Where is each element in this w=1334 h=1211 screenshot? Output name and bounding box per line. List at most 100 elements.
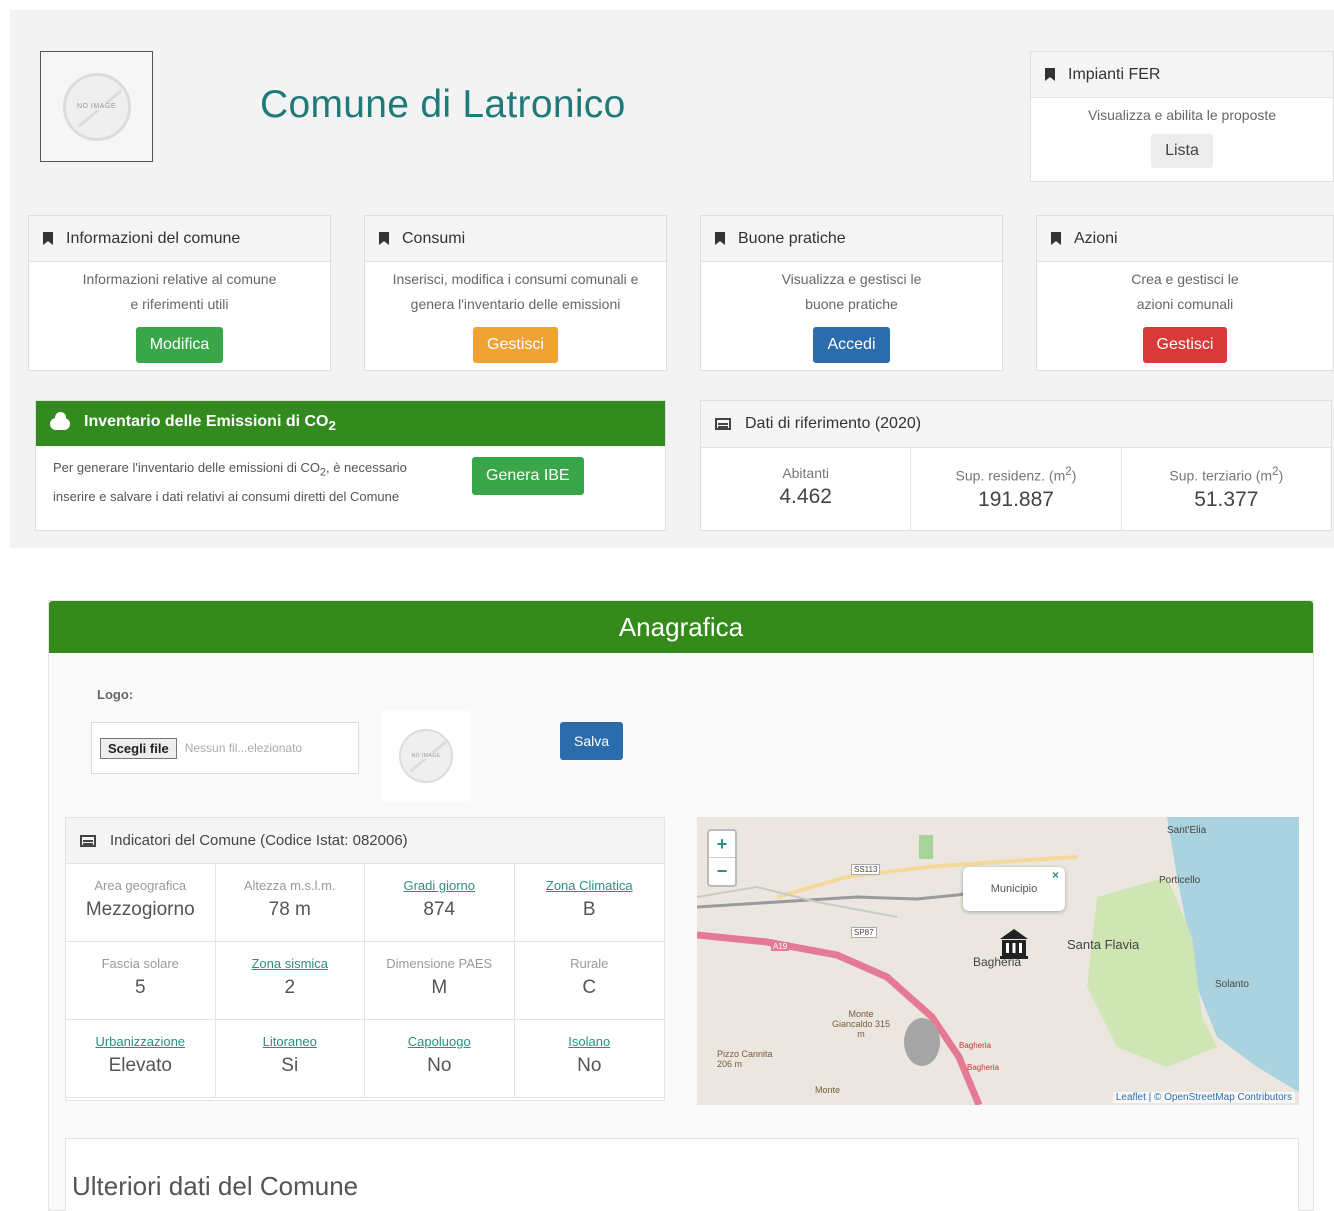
zoom-in-button[interactable]: + [709,831,735,858]
file-status-text: Nessun fil...elezionato [184,741,303,755]
card-title: Inventario delle Emissioni di CO2 [84,413,336,434]
card-body: Informazioni relative al comune e riferi… [29,262,330,363]
card-body: Visualizza e abilita le proposte Lista [1031,98,1333,168]
gestisci-azioni-button[interactable]: Gestisci [1142,327,1228,363]
map-label: Solanto [1215,979,1249,990]
map-popup: Municipio × [963,867,1065,911]
page-title: Comune di Latronico [260,83,626,126]
logo-file-input[interactable]: Scegli file Nessun fil...elezionato [91,722,359,774]
map-label: Santa Flavia [1067,937,1140,952]
anagrafica-screen: Anagrafica Logo: Scegli file Nessun fil.… [10,584,1334,1211]
card-header: Azioni [1037,216,1333,262]
map-label: Pizzo Cannita 206 m [717,1049,773,1069]
indicator-zona-sismica: Zona sismica 2 [215,942,365,1020]
map-road-label: A19 [771,942,790,951]
ulteriori-dati-panel: Ulteriori dati del Comune [65,1138,1299,1211]
card-header: Impianti FER [1031,52,1333,98]
popup-label: Municipio [990,883,1038,895]
indicator-isolano: Isolano No [514,1020,665,1098]
stat-abitanti: Abitanti 4.462 [701,448,912,530]
indicator-litoraneo: Litoraneo Si [215,1020,365,1098]
map-attribution[interactable]: Leaflet | © OpenStreetMap Contributors [1112,1092,1295,1103]
bookmark-icon [43,232,53,245]
indicator-fascia-solare: Fascia solare 5 [66,942,216,1020]
ulteriori-dati-title: Ulteriori dati del Comune [72,1171,359,1201]
bookmark-icon [1045,68,1055,81]
card-text: genera l'inventario delle emissioni [410,296,621,312]
card-text: e riferimenti utili [130,296,229,312]
indicator-altezza: Altezza m.s.l.m. 78 m [215,864,365,942]
location-map[interactable]: + − Municipio × Sant'Elia Porticello San… [697,817,1299,1105]
card-text: Per generare l'inventario delle emission… [53,460,407,504]
table-icon [80,834,96,847]
zoom-out-button[interactable]: − [709,858,735,885]
table-icon [715,418,731,430]
card-body: Inserisci, modifica i consumi comunali e… [365,262,666,363]
indicatori-table: Indicatori del Comune (Codice Istat: 082… [65,817,665,1101]
card-text: Visualizza e gestisci le [781,271,922,287]
modifica-button[interactable]: Modifica [135,327,224,363]
isolano-link[interactable]: Isolano [515,1034,665,1049]
indicator-gradi-giorno: Gradi giorno 874 [365,864,515,942]
card-header: Dati di riferimento (2020) [701,401,1331,448]
card-title: Azioni [1074,229,1118,247]
card-consumi: Consumi Inserisci, modifica i consumi co… [364,215,667,371]
stat-sup-terziario: Sup. terziario (m2) 51.377 [1169,465,1284,511]
map-label: Monte [815,1085,841,1095]
card-text: azioni comunali [1136,296,1234,312]
card-title: Buone pratiche [738,229,846,247]
card-text: Informazioni relative al comune [82,271,277,287]
indicator-urbanizzazione: Urbanizzazione Elevato [66,1020,216,1098]
zona-climatica-link[interactable]: Zona Climatica [515,878,665,893]
no-image-icon: NO IMAGE [399,729,453,783]
gestisci-consumi-button[interactable]: Gestisci [473,327,558,363]
indicator-dimensione-paes: Dimensione PAES M [365,942,515,1020]
urbanizzazione-link[interactable]: Urbanizzazione [66,1034,215,1049]
card-title: Informazioni del comune [66,229,241,247]
stat-sup-residenz: Sup. residenz. (m2) 191.887 [911,448,1122,530]
map-label: Bagheria [959,1041,992,1050]
indicator-capoluogo: Capoluogo No [365,1020,515,1098]
indicator-zona-climatica: Zona Climatica B [514,864,665,942]
anagrafica-header: Anagrafica [49,601,1313,653]
popup-close-icon[interactable]: × [1052,853,1059,897]
litoraneo-link[interactable]: Litoraneo [216,1034,365,1049]
lista-button[interactable]: Lista [1151,134,1213,168]
accedi-button[interactable]: Accedi [813,327,890,363]
card-dati-riferimento: Dati di riferimento (2020) Abitanti 4.46… [700,400,1332,531]
logo-label: Logo: [97,687,134,702]
map-label: Porticello [1159,875,1201,886]
bookmark-icon [715,232,725,245]
capoluogo-link[interactable]: Capoluogo [365,1034,514,1049]
logo-preview: NO IMAGE [381,711,471,801]
card-header: Informazioni del comune [29,216,330,262]
card-header: Consumi [365,216,666,262]
no-image-icon: NO IMAGE [62,72,131,141]
card-header: Inventario delle Emissioni di CO2 [36,401,665,446]
bookmark-icon [379,232,389,245]
card-informazioni: Informazioni del comune Informazioni rel… [28,215,331,371]
indicatori-grid: Area geografica Mezzogiorno Altezza m.s.l… [66,864,664,1098]
map-park [919,835,933,859]
indicator-rurale: Rurale C [514,942,664,1020]
zona-sismica-link[interactable]: Zona sismica [216,956,365,971]
bookmark-icon [1051,232,1061,245]
indicatori-header: Indicatori del Comune (Codice Istat: 082… [66,818,664,864]
map-quarry [904,1018,940,1066]
card-text: Visualizza e abilita le proposte [1087,107,1277,123]
salva-button[interactable]: Salva [560,722,624,760]
comune-logo: NO IMAGE [40,51,153,162]
card-buone-pratiche: Buone pratiche Visualizza e gestisci le … [700,215,1003,371]
indicatori-title: Indicatori del Comune (Codice Istat: 082… [110,832,408,849]
card-title: Impianti FER [1068,65,1161,83]
map-label: Bagheria [967,1063,1000,1072]
card-body: Crea e gestisci le azioni comunali Gesti… [1037,262,1333,363]
zoom-control: + − [707,829,737,887]
choose-file-button[interactable]: Scegli file [100,737,177,759]
stats-row: Abitanti 4.462 Sup. residenz. (m2) 191.8… [701,448,1331,530]
gradi-giorno-link[interactable]: Gradi giorno [365,878,514,893]
map-label: Monte Giancaldo 315 m [831,1009,891,1039]
genera-ibe-button[interactable]: Genera IBE [472,457,584,495]
map-label: Sant'Elia [1167,825,1207,836]
card-text: Crea e gestisci le [1131,271,1239,287]
